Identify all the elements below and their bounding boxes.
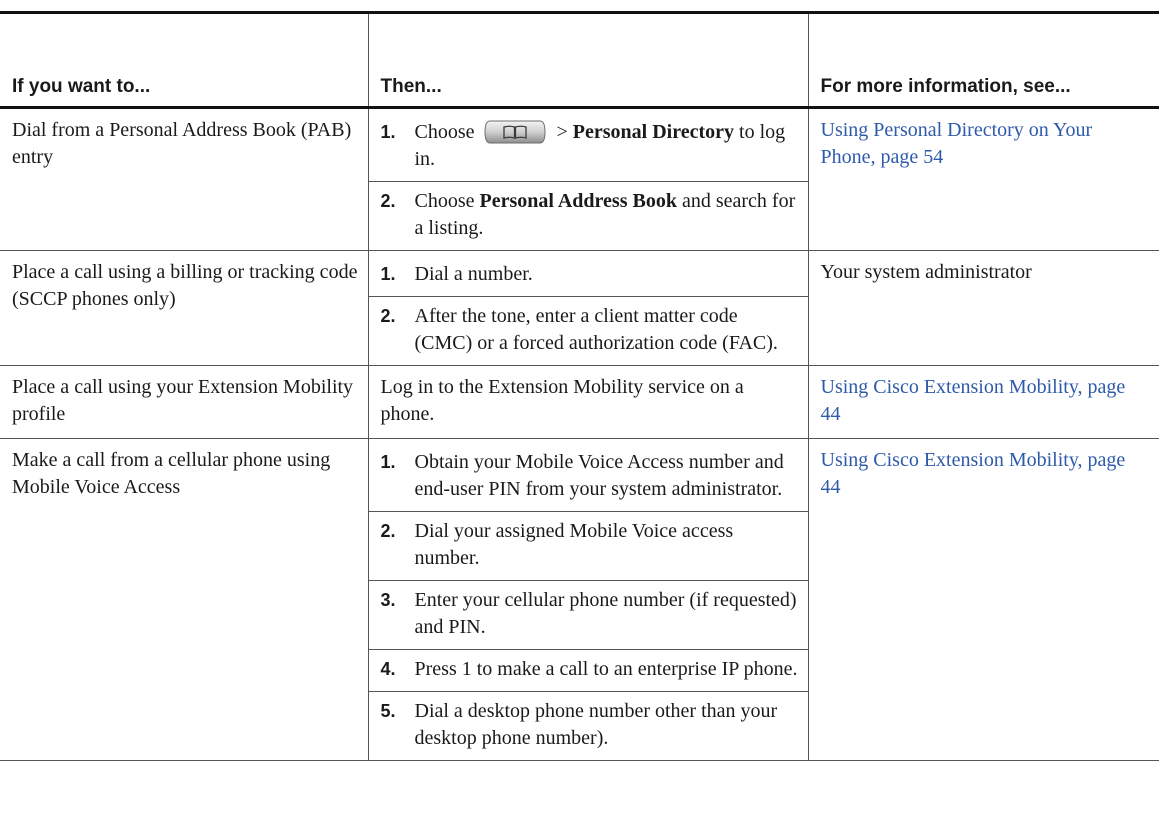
step-text-bold: Personal Address Book	[479, 190, 677, 212]
table-row: Make a call from a cellular phone using …	[0, 438, 1159, 761]
step-number: 2.	[380, 521, 396, 541]
header-row: If you want to... Then... For more infor…	[0, 11, 1159, 109]
step-item: 4. Press 1 to make a call to an enterpri…	[368, 649, 808, 691]
directories-button-icon	[483, 120, 546, 144]
step-item: 2. Choose Personal Address Book and sear…	[368, 181, 808, 250]
step-text-bold: Personal Directory	[572, 121, 735, 143]
info-cell: Using Personal Directory on Your Phone, …	[807, 107, 1159, 251]
steps-cell: Log in to the Extension Mobility service…	[367, 365, 809, 439]
step-text: Enter your cellular phone number (if req…	[414, 589, 797, 638]
step-text-mid: >	[556, 121, 573, 143]
info-text: Your system administrator	[820, 261, 1032, 283]
table-row: Place a call using a billing or tracking…	[0, 250, 1159, 366]
step-item: 2. Dial your assigned Mobile Voice acces…	[368, 511, 808, 580]
step-number: 1.	[380, 452, 396, 472]
step-text: Press 1 to make a call to an enterprise …	[414, 658, 798, 680]
info-link[interactable]: Using Cisco Extension Mobility, page 44	[821, 449, 1126, 498]
procedure-table: If you want to... Then... For more infor…	[0, 11, 1159, 761]
info-cell: Using Cisco Extension Mobility, page 44	[807, 365, 1159, 439]
step-text: Dial a desktop phone number other than y…	[414, 700, 778, 749]
step-number: 5.	[380, 701, 396, 721]
step-text-pre: Choose	[414, 190, 480, 212]
table-row: Dial from a Personal Address Book (PAB) …	[0, 107, 1159, 251]
step-text: Choose > Personal Directory to log in.	[415, 119, 800, 173]
step-number: 4.	[380, 659, 396, 679]
step-text: Dial your assigned Mobile Voice access n…	[414, 520, 734, 569]
task-cell: Dial from a Personal Address Book (PAB) …	[0, 107, 369, 251]
step-number: 1.	[380, 264, 396, 284]
step-number: 2.	[380, 191, 396, 211]
step-text: Dial a number.	[414, 263, 533, 285]
info-link[interactable]: Using Cisco Extension Mobility, page 44	[821, 376, 1126, 425]
info-link[interactable]: Using Personal Directory on Your Phone, …	[821, 119, 1093, 168]
step-text: Obtain your Mobile Voice Access number a…	[414, 451, 784, 500]
step-number: 1.	[380, 122, 396, 142]
task-cell: Place a call using your Extension Mobili…	[0, 365, 369, 439]
table-row: Place a call using your Extension Mobili…	[0, 365, 1159, 439]
info-cell: Using Cisco Extension Mobility, page 44	[807, 438, 1159, 761]
step-text: Choose Personal Address Book and search …	[415, 188, 800, 242]
header-more-information: For more information, see...	[807, 11, 1159, 109]
instruction-text: Log in to the Extension Mobility service…	[380, 376, 744, 425]
step-text-pre: Choose	[414, 121, 475, 143]
step-text: After the tone, enter a client matter co…	[414, 305, 778, 354]
steps-cell: 1. Dial a number. 2. After the tone, ent…	[367, 250, 809, 366]
step-item: 2. After the tone, enter a client matter…	[368, 296, 808, 365]
step-item: 1. Obtain your Mobile Voice Access numbe…	[369, 443, 808, 511]
task-cell: Place a call using a billing or tracking…	[0, 250, 369, 366]
step-item: 1. Choose > Personal Directory to log in…	[369, 113, 808, 181]
step-item: 5. Dial a desktop phone number other tha…	[368, 691, 808, 760]
step-item: 1. Dial a number.	[369, 255, 808, 296]
info-cell: Your system administrator	[807, 250, 1159, 366]
header-if-you-want-to: If you want to...	[0, 11, 369, 109]
header-then: Then...	[367, 11, 809, 109]
steps-cell: 1. Choose > Personal Directory to log in…	[367, 107, 809, 251]
steps-cell: 1. Obtain your Mobile Voice Access numbe…	[367, 438, 809, 761]
step-number: 2.	[380, 306, 396, 326]
task-cell: Make a call from a cellular phone using …	[0, 438, 369, 761]
step-item: 3. Enter your cellular phone number (if …	[368, 580, 808, 649]
step-number: 3.	[380, 590, 396, 610]
